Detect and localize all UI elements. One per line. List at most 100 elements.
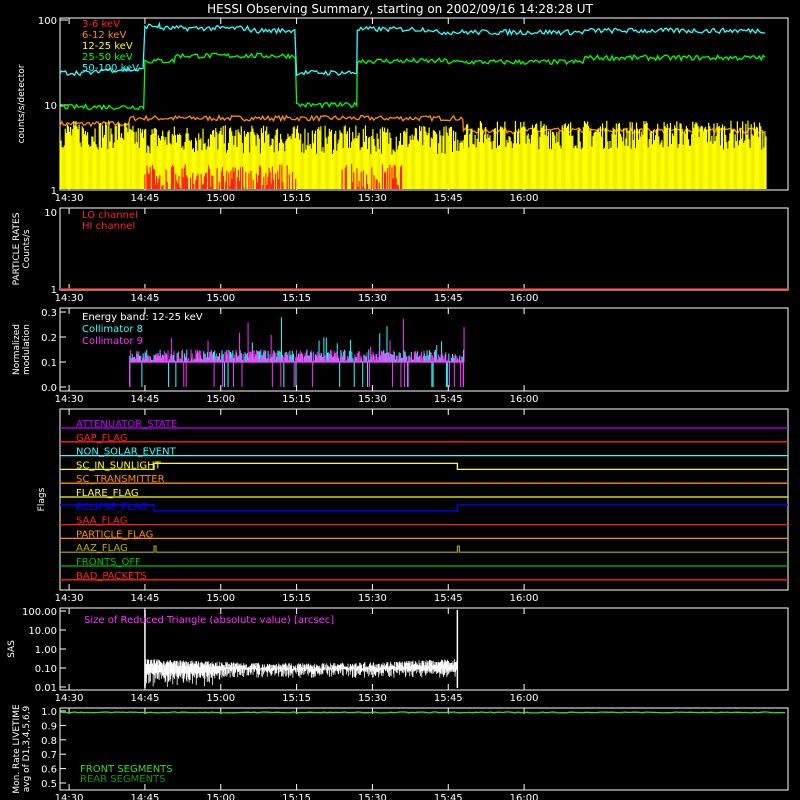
y-tick-label: 0.8 <box>41 736 57 747</box>
x-tick-label: 16:00 <box>510 793 539 800</box>
y-tick-label: 0.2 <box>41 333 57 344</box>
x-tick-label: 15:15 <box>282 693 311 704</box>
flag-flare-flag: FLARE_FLAG <box>60 488 788 499</box>
x-tick-label: 15:45 <box>434 193 463 204</box>
y-tick-label: 0.0 <box>41 383 57 394</box>
panel-3: 14:30 14:45 15:00 15:15 15:30 15:45 16:00 Norma… <box>12 307 789 405</box>
series-front-segments <box>59 711 786 714</box>
flag-particle-flag: PARTICLE_FLAG <box>60 529 788 540</box>
y-tick-label: 0.5 <box>41 779 57 790</box>
x-tick-label: 15:15 <box>282 394 311 405</box>
y-axis-label: Flags <box>37 487 47 511</box>
x-tick-label: 14:45 <box>131 793 160 800</box>
flag-fronts-off: FRONTS_OFF <box>60 557 788 568</box>
legend-entry: 6-12 keV <box>82 30 126 41</box>
flag-eclipse-flag: ECLIPSE_FLAG <box>60 502 788 513</box>
x-tick-label: 16:00 <box>510 394 539 405</box>
flag-aaz-flag: AAZ_FLAG <box>60 543 788 554</box>
legend-entry: Collimator 9 <box>82 336 143 347</box>
x-tick-label: 15:30 <box>358 693 387 704</box>
figure-title: HESSI Observing Summary, starting on 200… <box>207 2 593 16</box>
flag-bad-packets: BAD_PACKETS <box>60 571 788 582</box>
x-tick-label: 15:15 <box>282 193 311 204</box>
panel-frame <box>59 207 789 291</box>
y-tick-label: 10.00 <box>28 626 57 637</box>
panel-4: 14:30 14:45 15:00 15:15 15:30 15:45 16:00 Flags… <box>37 408 789 604</box>
flag-saa-flag: SAA_FLAG <box>60 516 788 527</box>
x-tick-label: 14:30 <box>55 293 84 304</box>
y-tick-label: 10 <box>44 208 57 219</box>
panel-2: 14:30 14:45 15:00 15:15 15:30 15:45 16:00 PARTI… <box>12 207 789 304</box>
x-tick-label: 15:15 <box>282 793 311 800</box>
x-tick-label: 14:45 <box>131 693 160 704</box>
x-tick-label: 14:30 <box>55 593 84 604</box>
x-tick-label: 15:00 <box>206 593 235 604</box>
x-tick-label: 16:00 <box>510 193 539 204</box>
y-tick-label: 1 <box>51 186 57 197</box>
x-tick-label: 14:30 <box>55 193 84 204</box>
flag-gap-flag: GAP_FLAG <box>60 433 788 444</box>
flag-line <box>60 504 788 512</box>
panels: 14:30 14:45 15:00 15:15 15:30 15:45 16:00 count… <box>7 16 789 800</box>
panel-frame <box>59 408 789 591</box>
x-tick-label: 15:30 <box>358 394 387 405</box>
x-tick-label: 14:30 <box>55 394 84 405</box>
panel-frame <box>59 707 789 791</box>
x-tick-label: 15:00 <box>206 693 235 704</box>
data-baseline <box>129 361 465 387</box>
data-line <box>59 21 766 77</box>
flag-line <box>60 545 788 553</box>
flag-sc-in-sunlight: SC_IN_SUNLIGHT <box>60 460 788 471</box>
x-tick-label: 14:45 <box>131 293 160 304</box>
legend-entry: REAR SEGMENTS <box>80 774 166 785</box>
x-tick-label: 16:00 <box>510 293 539 304</box>
y-axis-label: modulation <box>22 324 32 375</box>
y-tick-label: 0.3 <box>41 308 57 319</box>
legend-entry: Collimator 8 <box>82 324 143 335</box>
legend-entry: HI channel <box>82 221 135 232</box>
y-axis-label: Normalized <box>12 324 22 375</box>
flag-sc-transmitter: SC_TRANSMITTER <box>60 474 788 485</box>
x-tick-label: 15:45 <box>434 793 463 800</box>
x-tick-label: 14:30 <box>55 793 84 800</box>
x-tick-label: 15:45 <box>434 693 463 704</box>
panel-5: 14:30 14:45 15:00 15:15 15:30 15:45 16:00 SAS 10… <box>7 607 789 704</box>
flag-non-solar-event: NON_SOLAR_EVENT <box>60 447 788 458</box>
legend-entry: 3-6 keV <box>82 19 120 30</box>
series-6-12-kev <box>59 114 766 135</box>
series-50-100-kev <box>59 21 766 77</box>
x-tick-label: 15:30 <box>358 793 387 800</box>
x-tick-label: 14:45 <box>131 394 160 405</box>
legend-entry: 25-50 keV <box>82 52 133 63</box>
panel-annotation: Size of Reduced Triangle (absolute value… <box>84 615 334 626</box>
series-collimator-9 <box>129 318 465 387</box>
legend-entry: LO channel <box>82 210 138 221</box>
x-tick-label: 14:45 <box>131 593 160 604</box>
data-baseline <box>129 361 465 387</box>
y-axis-label: Mon. Rate LIVETIME <box>12 704 22 794</box>
y-tick-label: 100.00 <box>22 607 57 618</box>
y-axis-label: avg of D1,3,4,5,6,9 <box>22 705 32 792</box>
flag-line <box>60 462 788 471</box>
panel-annotation: Energy band: 12-25 keV <box>82 312 203 323</box>
x-tick-label: 15:00 <box>206 293 235 304</box>
y-axis-label: Counts/s <box>22 229 32 268</box>
y-axis-label: PARTICLE RATES <box>12 212 22 285</box>
x-tick-label: 15:00 <box>206 394 235 405</box>
x-tick-label: 16:00 <box>510 593 539 604</box>
y-axis-label: SAS <box>7 640 17 658</box>
y-tick-label: 1 <box>51 285 57 296</box>
y-tick-label: 0.6 <box>41 765 57 776</box>
y-tick-label: 100 <box>38 16 57 27</box>
x-tick-label: 15:30 <box>358 193 387 204</box>
flag-attenuator-state: ATTENUATOR_STATE <box>60 419 788 430</box>
y-axis-label: counts/s/detector <box>17 64 27 143</box>
data-line <box>59 114 766 135</box>
y-tick-label: 0.01 <box>35 683 57 694</box>
data-line <box>59 52 766 111</box>
x-tick-label: 16:00 <box>510 693 539 704</box>
y-tick-label: 0.9 <box>41 721 57 732</box>
observing-summary-figure: HESSI Observing Summary, starting on 200… <box>7 2 789 800</box>
y-tick-label: 10 <box>44 101 57 112</box>
x-tick-label: 15:45 <box>434 293 463 304</box>
